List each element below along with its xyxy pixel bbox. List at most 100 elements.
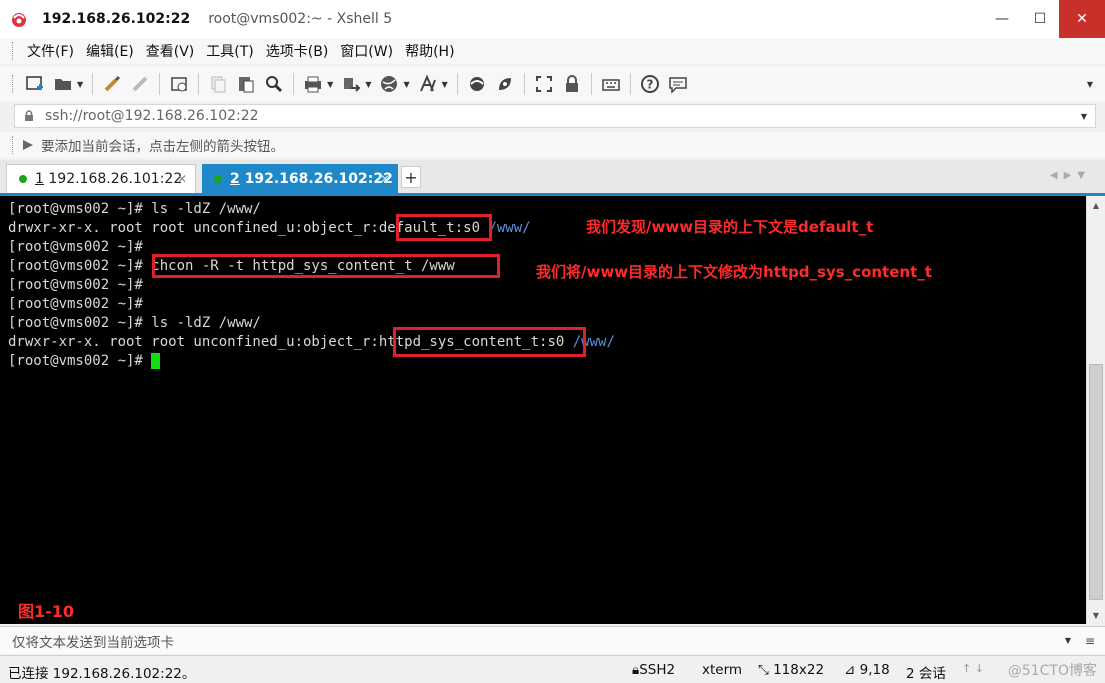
- compose-menu-icon[interactable]: ≡: [1085, 634, 1095, 648]
- tab-close-icon[interactable]: ✕: [177, 172, 187, 186]
- scroll-up-icon[interactable]: ▲: [1087, 196, 1105, 214]
- menu-help[interactable]: 帮助(H): [399, 41, 460, 61]
- menu-tabs[interactable]: 选项卡(B): [260, 41, 335, 61]
- address-dropdown-icon[interactable]: ▼: [1081, 112, 1087, 121]
- status-arrow-icons[interactable]: ↑ ↓: [962, 662, 984, 675]
- connected-status-icon: [214, 174, 222, 183]
- keyboard-icon[interactable]: [599, 72, 623, 96]
- terminal-prompt: [root@vms002 ~]#: [8, 353, 152, 369]
- tab-label: 192.168.26.101:22: [48, 171, 183, 187]
- cursor-position-label: 9,18: [859, 662, 890, 678]
- protocol-label: SSH2: [639, 662, 676, 678]
- menu-tools[interactable]: 工具(T): [200, 41, 259, 61]
- font-dropdown-icon[interactable]: ▼: [442, 80, 448, 89]
- menu-window[interactable]: 窗口(W): [334, 41, 399, 61]
- close-button[interactable]: ✕: [1059, 0, 1105, 38]
- new-session-icon[interactable]: [23, 72, 47, 96]
- terminal-line: [root@vms002 ~]# ls -ldZ /www/: [8, 315, 261, 331]
- title-bar: 192.168.26.102:22 root@vms002:~ - Xshell…: [0, 0, 1105, 38]
- menu-view[interactable]: 查看(V): [140, 41, 201, 61]
- toolbar-overflow-icon[interactable]: ▼: [1087, 80, 1093, 89]
- terminal-line: [root@vms002 ~]#: [8, 296, 143, 312]
- window-title-host: 192.168.26.102:22: [42, 11, 191, 27]
- toolbar-separator: [293, 73, 295, 95]
- tab-scroll-icons[interactable]: ◀▶▼: [1050, 170, 1091, 181]
- tab-session-1[interactable]: 1 192.168.26.101:22 ✕: [6, 164, 196, 193]
- chat-icon[interactable]: [666, 72, 690, 96]
- lock-icon[interactable]: [560, 72, 584, 96]
- lock-icon: [25, 110, 33, 121]
- hintbar-grip[interactable]: [12, 136, 15, 154]
- highlight-httpd-sys-content-t: [393, 327, 586, 357]
- find-icon[interactable]: [262, 72, 286, 96]
- hint-bar: 要添加当前会话，点击左侧的箭头按钮。: [0, 132, 1105, 158]
- terminal-scrollbar[interactable]: ▲ ▼: [1086, 196, 1105, 624]
- new-window-icon[interactable]: [167, 72, 191, 96]
- address-value[interactable]: ssh://root@192.168.26.102:22: [45, 108, 259, 124]
- menubar-grip[interactable]: [12, 42, 15, 60]
- window-title: root@vms002:~ - Xshell 5: [208, 11, 393, 27]
- tab-label: 192.168.26.102:22: [244, 170, 393, 187]
- properties-icon[interactable]: [100, 72, 124, 96]
- tab-close-icon[interactable]: ✕: [380, 172, 390, 186]
- terminal-line: [root@vms002 ~]#: [8, 352, 161, 371]
- hint-text: 要添加当前会话，点击左侧的箭头按钮。: [41, 139, 284, 155]
- scroll-down-icon[interactable]: ▼: [1087, 606, 1105, 624]
- terminal-size: ⤡ 118x22: [758, 662, 824, 678]
- disconnect-icon[interactable]: [128, 72, 152, 96]
- open-dropdown-icon[interactable]: ▼: [77, 80, 83, 89]
- terminal-type: xterm: [702, 662, 743, 678]
- xshell-logo-icon: [12, 13, 26, 27]
- tab-session-2[interactable]: 2 192.168.26.102:22 ✕: [202, 164, 398, 193]
- toolbar-separator: [523, 73, 525, 95]
- paste-icon[interactable]: [234, 72, 258, 96]
- toolbar-grip[interactable]: [12, 75, 15, 93]
- open-folder-icon[interactable]: [51, 72, 75, 96]
- maximize-button[interactable]: ☐: [1021, 0, 1059, 38]
- toolbar: ▼ ▼ ▼ ▼ ▼ ? ▼: [0, 66, 1105, 102]
- menu-edit[interactable]: 编辑(E): [80, 41, 140, 61]
- transfer-dropdown-icon[interactable]: ▼: [365, 80, 371, 89]
- terminal-line: [root@vms002 ~]#: [8, 239, 143, 255]
- globe-icon[interactable]: [377, 72, 401, 96]
- copy-icon[interactable]: [206, 72, 230, 96]
- protocol-status: 🔒︎SSH2: [632, 662, 675, 678]
- fullscreen-icon[interactable]: [532, 72, 556, 96]
- print-dropdown-icon[interactable]: ▼: [327, 80, 333, 89]
- watermark: @51CTO博客: [1007, 663, 1097, 679]
- globe-dropdown-icon[interactable]: ▼: [403, 80, 409, 89]
- status-bar: 已连接 192.168.26.102:22。 🔒︎SSH2 xterm ⤡ 11…: [0, 655, 1105, 683]
- compose-dropdown-icon[interactable]: ▼: [1065, 636, 1071, 645]
- terminal-line: [root@vms002 ~]#: [8, 277, 143, 293]
- transfer-icon[interactable]: [339, 72, 363, 96]
- terminal[interactable]: [root@vms002 ~]# ls -ldZ /www/ drwxr-xr-…: [0, 196, 1086, 624]
- highlight-default-t: [396, 214, 492, 241]
- toolbar-separator: [92, 73, 94, 95]
- address-bar[interactable]: ssh://root@192.168.26.102:22 ▼: [14, 104, 1096, 128]
- xmanager-icon[interactable]: [493, 72, 517, 96]
- tab-number: 2: [230, 170, 240, 187]
- new-tab-button[interactable]: +: [401, 166, 421, 188]
- annotation-note-1: 我们发现/www目录的上下文是default_t: [586, 218, 874, 236]
- arrow-bookmark-icon[interactable]: [21, 138, 35, 152]
- terminal-size-label: 118x22: [773, 662, 825, 678]
- svg-text:?: ?: [646, 78, 653, 92]
- resize-icon: ⤡: [758, 662, 774, 678]
- font-icon[interactable]: [416, 72, 440, 96]
- print-icon[interactable]: [301, 72, 325, 96]
- compose-bar[interactable]: 仅将文本发送到当前选项卡 ▼ ≡: [0, 626, 1105, 654]
- compose-input[interactable]: 仅将文本发送到当前选项卡: [12, 631, 174, 651]
- annotation-note-2: 我们将/www目录的上下文修改为httpd_sys_content_t: [536, 263, 932, 281]
- toolbar-separator: [629, 73, 631, 95]
- cursor-position: ⊿ 9,18: [844, 662, 890, 678]
- tab-number: 1: [35, 171, 44, 187]
- menu-bar: 文件(F) 编辑(E) 查看(V) 工具(T) 选项卡(B) 窗口(W) 帮助(…: [0, 38, 1105, 64]
- minimize-button[interactable]: —: [983, 0, 1021, 38]
- menu-file[interactable]: 文件(F): [21, 41, 80, 61]
- toolbar-separator: [590, 73, 592, 95]
- xftp-icon[interactable]: [465, 72, 489, 96]
- help-icon[interactable]: ?: [638, 72, 662, 96]
- highlight-chcon-command: [152, 254, 500, 278]
- terminal-path: /www/: [488, 220, 531, 236]
- scrollbar-thumb[interactable]: [1089, 364, 1103, 600]
